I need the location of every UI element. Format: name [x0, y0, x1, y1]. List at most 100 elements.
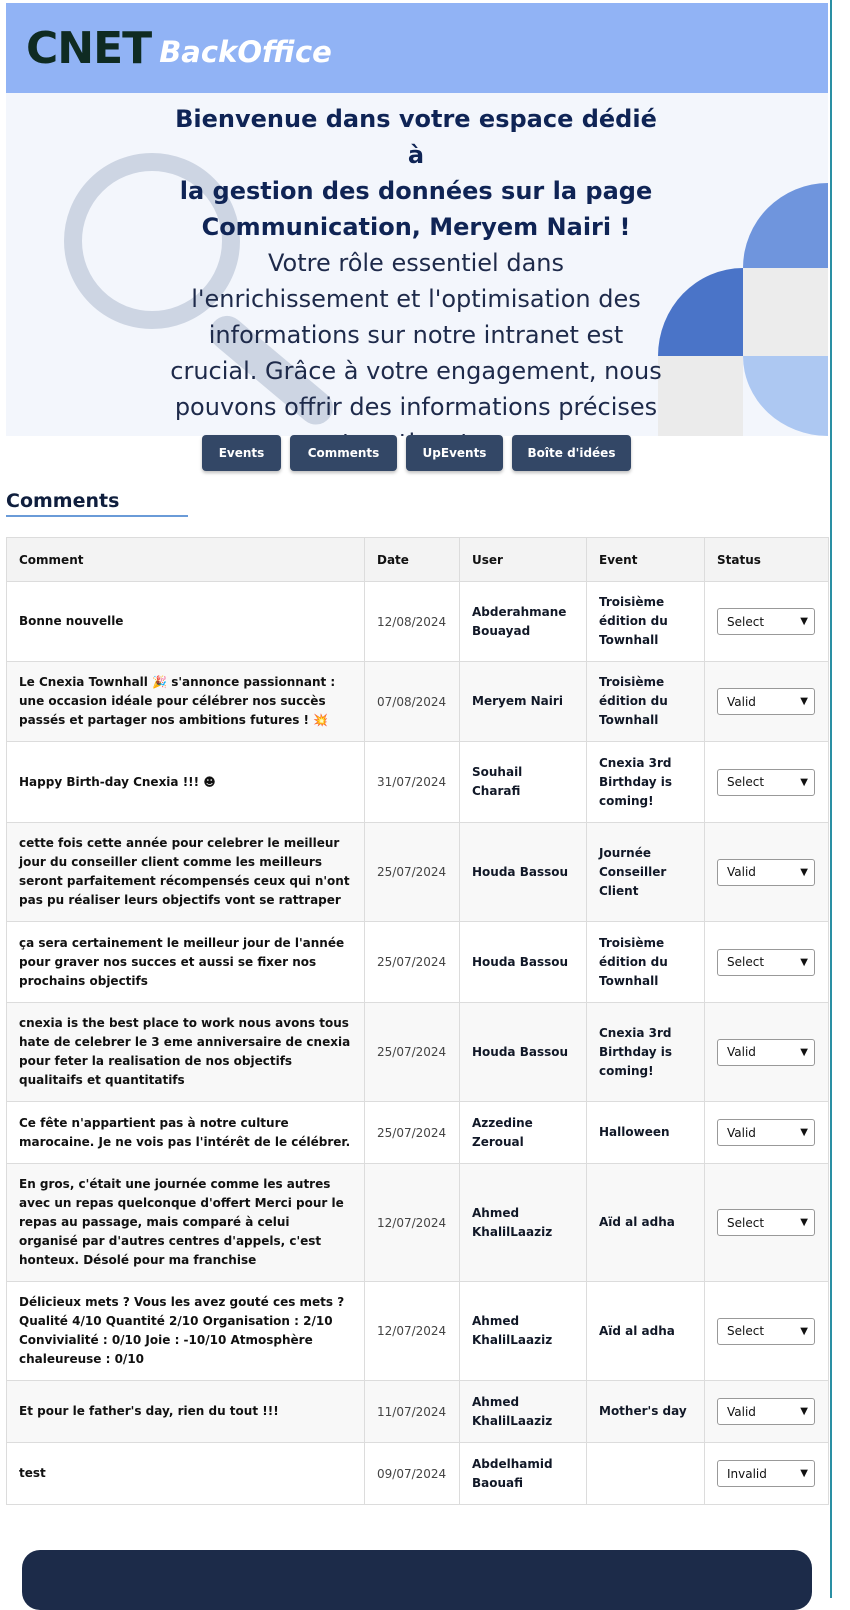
cell-date: 25/07/2024: [364, 1002, 460, 1102]
status-select[interactable]: Select ▼: [717, 948, 815, 976]
cell-comment: cette fois cette année pour celebrer le …: [6, 822, 365, 922]
col-header-comment: Comment: [6, 537, 365, 582]
chevron-down-icon: ▼: [800, 866, 808, 878]
status-select[interactable]: Valid ▼: [717, 1119, 815, 1146]
status-select[interactable]: Select ▼: [717, 608, 815, 635]
chevron-down-icon: ▼: [800, 1127, 808, 1138]
status-select[interactable]: Select ▼: [717, 768, 815, 796]
cell-status: Invalid ▼: [704, 1442, 829, 1505]
chevron-down-icon: ▼: [800, 956, 808, 968]
status-value: Select: [727, 955, 765, 969]
table-row: En gros, c'était une journée comme les a…: [6, 1163, 829, 1282]
col-header-date: Date: [364, 537, 460, 582]
cell-event: Cnexia 3rd Birthday is coming!: [586, 741, 705, 823]
cell-date: 25/07/2024: [364, 822, 460, 922]
cell-date: 12/07/2024: [364, 1163, 460, 1282]
status-value: Invalid: [727, 1466, 767, 1481]
events-button[interactable]: Events: [202, 435, 281, 471]
cell-event: Troisième édition du Townhall: [586, 581, 705, 662]
cell-event: Troisième édition du Townhall: [586, 921, 705, 1003]
cell-date: 25/07/2024: [364, 921, 460, 1003]
cell-status: Valid ▼: [704, 1002, 829, 1102]
cell-comment: Le Cnexia Townhall 🎉 s'annonce passionna…: [6, 661, 365, 742]
cell-comment: cnexia is the best place to work nous av…: [6, 1002, 365, 1102]
hero-body: Votre rôle essentiel dans l'enrichisseme…: [170, 249, 662, 436]
cell-user: Ahmed KhalilLaaziz: [459, 1281, 587, 1381]
cell-date: 11/07/2024: [364, 1380, 460, 1443]
cell-event: Halloween: [586, 1101, 705, 1164]
logo-main-text: CNET: [26, 22, 152, 74]
cell-user: Meryem Nairi: [459, 661, 587, 742]
upevents-button[interactable]: UpEvents: [406, 435, 503, 471]
chevron-down-icon: ▼: [800, 1217, 808, 1228]
table-row: ça sera certainement le meilleur jour de…: [6, 921, 829, 1003]
cell-comment: ça sera certainement le meilleur jour de…: [6, 921, 365, 1003]
chevron-down-icon: ▼: [800, 776, 808, 788]
cell-status: Select ▼: [704, 1281, 829, 1381]
hero-title: Bienvenue dans votre espace dédié à la g…: [166, 101, 666, 245]
chevron-down-icon: ▼: [800, 696, 808, 707]
cell-comment: test: [6, 1442, 365, 1505]
cell-event: Journée Conseiller Client: [586, 822, 705, 922]
section-title: Comments: [6, 490, 120, 512]
decorative-shapes: [658, 183, 828, 436]
cnet-logo[interactable]: CNET BackOffice: [26, 18, 332, 78]
table-row: Le Cnexia Townhall 🎉 s'annonce passionna…: [6, 661, 829, 742]
status-value: Select: [727, 1215, 765, 1230]
cell-user: Houda Bassou: [459, 921, 587, 1003]
table-row: Happy Birth-day Cnexia !!! ☻ 31/07/2024 …: [6, 741, 829, 823]
hero-text: Bienvenue dans votre espace dédié à la g…: [166, 101, 666, 436]
comments-button[interactable]: Comments: [290, 435, 397, 471]
cell-comment: Délicieux mets ? Vous les avez gouté ces…: [6, 1281, 365, 1381]
status-select[interactable]: Valid ▼: [717, 858, 815, 886]
cell-comment: Bonne nouvelle: [6, 581, 365, 662]
cell-event: Aïd al adha: [586, 1281, 705, 1381]
hero-title-line: la gestion des données sur la page: [179, 177, 653, 205]
cell-date: 12/07/2024: [364, 1281, 460, 1381]
table-header-row: Comment Date User Event Status: [6, 537, 829, 582]
cell-status: Valid ▼: [704, 661, 829, 742]
cell-status: Select ▼: [704, 741, 829, 823]
col-header-event: Event: [586, 537, 705, 582]
status-select[interactable]: Valid ▼: [717, 1038, 815, 1066]
status-select[interactable]: Valid ▼: [717, 1398, 815, 1425]
cell-status: Valid ▼: [704, 1380, 829, 1443]
cell-event: Mother's day: [586, 1380, 705, 1443]
cell-status: Select ▼: [704, 581, 829, 662]
cell-event: Cnexia 3rd Birthday is coming!: [586, 1002, 705, 1102]
table-row: Et pour le father's day, rien du tout !!…: [6, 1380, 829, 1443]
cell-event: Troisième édition du Townhall: [586, 661, 705, 742]
status-select[interactable]: Select ▼: [717, 1317, 815, 1345]
cell-user: Azzedine Zeroual: [459, 1101, 587, 1164]
status-value: Valid: [727, 694, 756, 709]
status-value: Valid: [727, 1125, 756, 1140]
cell-event: [586, 1442, 705, 1505]
cell-date: 07/08/2024: [364, 661, 460, 742]
status-value: Select: [727, 614, 765, 629]
chevron-down-icon: ▼: [800, 1325, 808, 1337]
cell-user: Abderahmane Bouayad: [459, 581, 587, 662]
nav-buttons: Events Comments UpEvents Boîte d'idées: [0, 435, 830, 473]
status-select[interactable]: Valid ▼: [717, 688, 815, 715]
cell-date: 12/08/2024: [364, 581, 460, 662]
status-select[interactable]: Invalid ▼: [717, 1460, 815, 1487]
cell-user: Ahmed KhalilLaaziz: [459, 1380, 587, 1443]
status-select[interactable]: Select ▼: [717, 1209, 815, 1236]
cell-user: Ahmed KhalilLaaziz: [459, 1163, 587, 1282]
cell-status: Select ▼: [704, 921, 829, 1003]
welcome-hero: Bienvenue dans votre espace dédié à la g…: [6, 93, 828, 436]
table-row: cette fois cette année pour celebrer le …: [6, 822, 829, 922]
col-header-status: Status: [704, 537, 829, 582]
table-row: Bonne nouvelle 12/08/2024 Abderahmane Bo…: [6, 581, 829, 662]
cell-user: Houda Bassou: [459, 822, 587, 922]
chevron-down-icon: ▼: [800, 1406, 808, 1417]
cell-status: Valid ▼: [704, 822, 829, 922]
table-row: Délicieux mets ? Vous les avez gouté ces…: [6, 1281, 829, 1381]
hero-title-line: Communication, Meryem Nairi !: [201, 213, 631, 241]
ideas-box-button[interactable]: Boîte d'idées: [512, 435, 631, 471]
chevron-down-icon: ▼: [800, 616, 808, 627]
cell-comment: Ce fête n'appartient pas à notre culture…: [6, 1101, 365, 1164]
table-row: Ce fête n'appartient pas à notre culture…: [6, 1101, 829, 1164]
table-row: cnexia is the best place to work nous av…: [6, 1002, 829, 1102]
footer-bar: [22, 1550, 812, 1610]
